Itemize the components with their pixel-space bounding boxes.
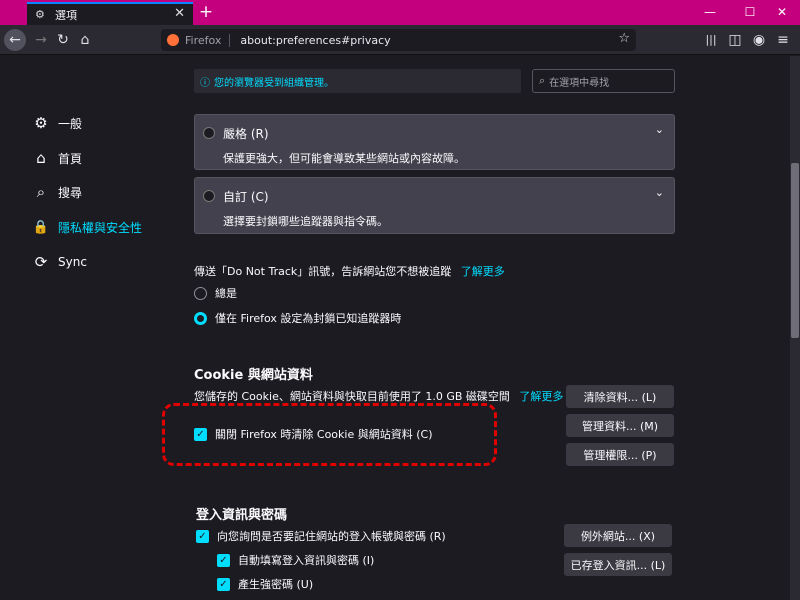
dnt-always-radio[interactable] [194, 286, 207, 300]
generate-passwords-row[interactable]: ✓ 產生強密碼 (U) [217, 576, 313, 592]
sidebar-item-sync[interactable]: ⟳ Sync [32, 251, 87, 273]
custom-title: 自訂 (C) [223, 190, 269, 204]
cookies-heading: Cookie 與網站資料 [194, 368, 313, 383]
firefox-icon [167, 34, 179, 46]
info-icon: ⓘ [200, 77, 210, 89]
scrollbar-thumb[interactable] [791, 163, 799, 338]
autofill-logins-checkbox[interactable]: ✓ [217, 553, 230, 567]
manage-permissions-button[interactable]: 管理權限... (P) [566, 443, 674, 466]
forward-button[interactable]: → [30, 29, 52, 51]
identity-label: Firefox [185, 33, 231, 47]
sidebar-item-label: 隱私權與安全性 [58, 220, 143, 235]
logins-heading: 登入資訊與密碼 [196, 508, 288, 523]
search-input[interactable]: ⌕ 在選項中尋找 [532, 69, 675, 93]
ask-save-logins-row[interactable]: ✓ 向您詢問是否要記住網站的登入帳號與密碼 (R) [196, 528, 446, 544]
sidebar-item-label: Sync [58, 255, 87, 269]
new-tab-button[interactable]: + [196, 2, 216, 23]
maximize-button[interactable]: ☐ [732, 0, 768, 25]
dnt-blocking-radio[interactable] [194, 311, 207, 325]
account-icon[interactable]: ◉ [748, 29, 770, 51]
search-icon: ⌕ [539, 74, 546, 87]
autofill-logins-row[interactable]: ✓ 自動填寫登入資訊與密碼 (I) [217, 552, 374, 568]
sidebar-icon[interactable]: ◫ [724, 29, 746, 51]
exceptions-button[interactable]: 例外網站... (X) [564, 524, 672, 547]
cookies-usage: 您儲存的 Cookie、網站資料與快取目前使用了 1.0 GB 磁碟空間 了解更… [194, 388, 563, 404]
dnt-learn-more-link[interactable]: 了解更多 [461, 265, 505, 278]
lock-icon: 🔒 [32, 219, 50, 235]
clear-data-button[interactable]: 清除資料... (L) [566, 385, 674, 408]
saved-logins-button[interactable]: 已存登入資訊... (L) [564, 553, 672, 576]
reload-button[interactable]: ↻ [52, 29, 74, 51]
highlight-annotation [162, 403, 497, 466]
minimize-button[interactable]: — [692, 0, 728, 25]
generate-passwords-label: 產生強密碼 (U) [238, 578, 314, 591]
tab-title: 選項 [55, 8, 77, 22]
sidebar-item-label: 首頁 [58, 151, 83, 166]
managed-notice[interactable]: ⓘ 您的瀏覽器受到組織管理。 [194, 69, 521, 93]
search-placeholder: 在選項中尋找 [549, 77, 610, 89]
close-tab-icon[interactable]: ✕ [174, 6, 185, 21]
back-button[interactable]: ← [4, 29, 26, 51]
sidebar-item-label: 搜尋 [58, 185, 83, 200]
tracking-strict-card[interactable]: 嚴格 (R) ⌄ 保護更強大，但可能會導致某些網站或內容故障。 [194, 114, 675, 170]
strict-description: 保護更強大，但可能會導致某些網站或內容故障。 [223, 152, 465, 165]
chevron-down-icon[interactable]: ⌄ [655, 123, 664, 136]
gear-icon: ⚙ [35, 7, 45, 21]
chevron-down-icon[interactable]: ⌄ [655, 186, 664, 199]
library-icon[interactable]: ||| [700, 29, 722, 51]
managed-notice-text[interactable]: 您的瀏覽器受到組織管理。 [214, 74, 334, 89]
url-bar[interactable]: Firefox about:preferences#privacy ☆ [161, 29, 636, 51]
cookies-learn-more-link[interactable]: 了解更多 [519, 390, 563, 403]
tracking-custom-card[interactable]: 自訂 (C) ⌄ 選擇要封鎖哪些追蹤器與指令碼。 [194, 177, 675, 234]
search-icon: ⌕ [36, 183, 46, 201]
sidebar-item-privacy[interactable]: 🔒 隱私權與安全性 [32, 216, 142, 238]
dnt-label-text: 傳送「Do Not Track」訊號，告訴網站您不想被追蹤 [194, 265, 452, 278]
tab-preferences[interactable]: ⚙ 選項 ✕ [27, 2, 193, 25]
dnt-option-always[interactable]: 總是 [194, 285, 237, 301]
gear-icon: ⚙ [34, 114, 48, 132]
custom-radio[interactable] [203, 190, 215, 202]
sidebar-item-home[interactable]: ⌂ 首頁 [32, 147, 82, 169]
dnt-label: 傳送「Do Not Track」訊號，告訴網站您不想被追蹤 了解更多 [194, 263, 505, 279]
strict-radio[interactable] [203, 127, 215, 139]
home-button[interactable]: ⌂ [74, 29, 96, 51]
menu-icon[interactable]: ≡ [772, 29, 794, 51]
sidebar-item-label: 一般 [58, 116, 83, 131]
cookies-usage-text: 您儲存的 Cookie、網站資料與快取目前使用了 1.0 GB 磁碟空間 [194, 390, 510, 403]
sync-icon: ⟳ [34, 253, 48, 271]
strict-title: 嚴格 (R) [223, 127, 269, 141]
dnt-option-blocking[interactable]: 僅在 Firefox 設定為封鎖已知追蹤器時 [194, 310, 401, 326]
ask-save-logins-label: 向您詢問是否要記住網站的登入帳號與密碼 (R) [217, 530, 446, 543]
dnt-blocking-label: 僅在 Firefox 設定為封鎖已知追蹤器時 [215, 312, 402, 325]
sidebar-item-general[interactable]: ⚙ 一般 [32, 112, 82, 134]
close-window-button[interactable]: ✕ [764, 0, 800, 25]
autofill-logins-label: 自動填寫登入資訊與密碼 (I) [238, 554, 375, 567]
home-icon: ⌂ [36, 149, 46, 167]
ask-save-logins-checkbox[interactable]: ✓ [196, 529, 209, 543]
bookmark-star-icon[interactable]: ☆ [618, 31, 630, 46]
custom-description: 選擇要封鎖哪些追蹤器與指令碼。 [223, 215, 388, 228]
generate-passwords-checkbox[interactable]: ✓ [217, 577, 230, 591]
manage-data-button[interactable]: 管理資料... (M) [566, 414, 674, 437]
dnt-always-label: 總是 [215, 287, 237, 300]
sidebar-item-search[interactable]: ⌕ 搜尋 [32, 181, 82, 203]
url-text[interactable]: about:preferences#privacy [240, 34, 390, 47]
